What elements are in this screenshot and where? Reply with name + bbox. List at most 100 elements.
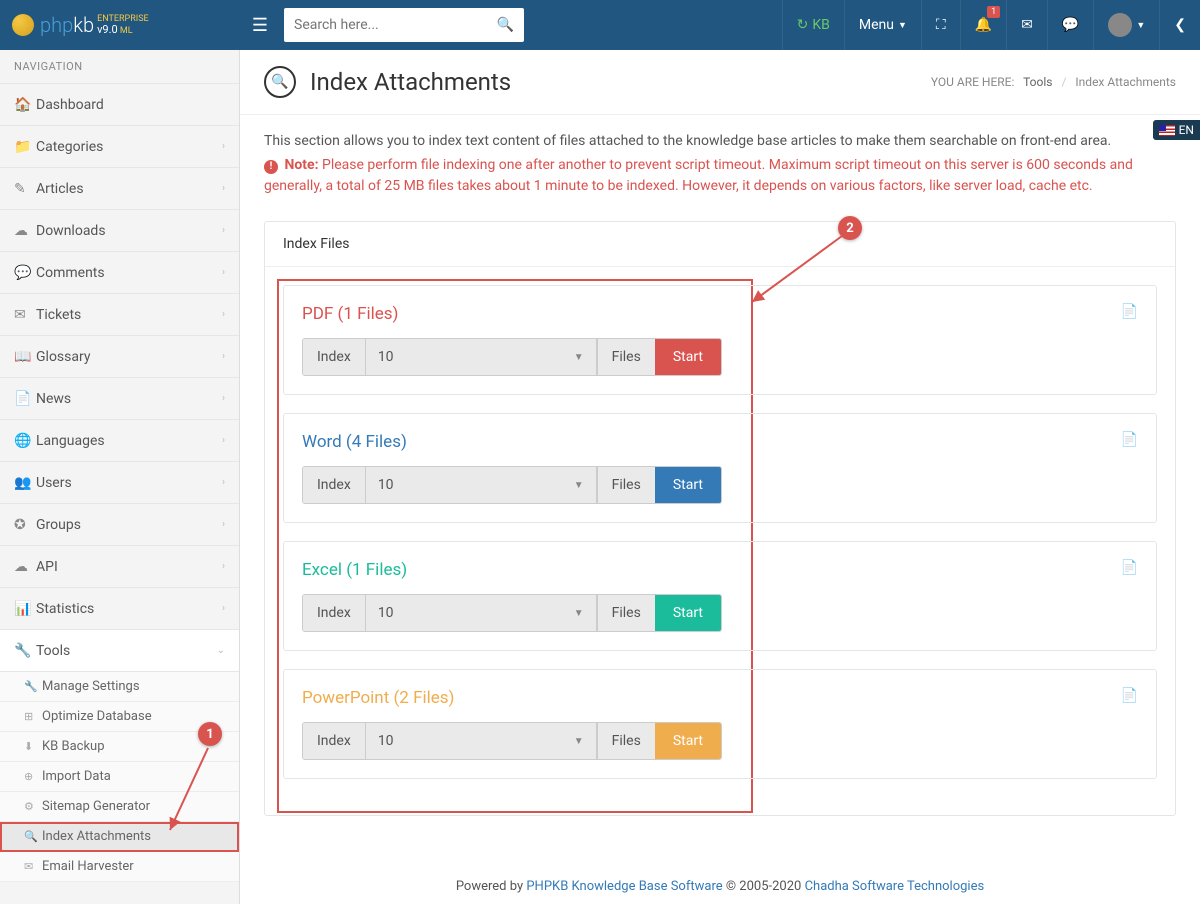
chevron-icon: › bbox=[222, 267, 225, 278]
collapse-icon[interactable]: ❮ bbox=[1159, 0, 1200, 50]
footer-link-company[interactable]: Chadha Software Technologies bbox=[805, 879, 985, 894]
breadcrumb: YOU ARE HERE: Tools / Index Attachments bbox=[931, 75, 1176, 89]
nav-icon: 👥 bbox=[14, 475, 36, 491]
file-type-icon: 📄 bbox=[1121, 688, 1138, 704]
sidebar-item-comments[interactable]: 💬Comments› bbox=[0, 252, 239, 294]
start-button[interactable]: Start bbox=[655, 467, 721, 503]
kb-link[interactable]: ↻ KB bbox=[782, 0, 844, 50]
tools-sub-import-data[interactable]: ⊕Import Data bbox=[0, 762, 239, 792]
start-button[interactable]: Start bbox=[655, 723, 721, 759]
files-label: Files bbox=[597, 723, 655, 759]
sidebar-item-api[interactable]: ☁API› bbox=[0, 546, 239, 588]
sub-label: KB Backup bbox=[42, 739, 105, 754]
nav-icon: 📖 bbox=[14, 349, 36, 365]
logo-icon bbox=[12, 14, 34, 36]
tools-sub-index-attachments[interactable]: 🔍Index Attachments bbox=[0, 822, 239, 852]
sidebar-item-glossary[interactable]: 📖Glossary› bbox=[0, 336, 239, 378]
chevron-down-icon: ▼ bbox=[574, 352, 584, 363]
sub-label: Email Harvester bbox=[42, 859, 134, 874]
files-label: Files bbox=[597, 467, 655, 503]
annotation-marker-1: 1 bbox=[198, 722, 222, 746]
search-icon[interactable]: 🔍 bbox=[497, 17, 514, 33]
chevron-icon: › bbox=[222, 309, 225, 320]
menu-dropdown[interactable]: Menu▼ bbox=[844, 0, 921, 50]
nav-title: NAVIGATION bbox=[0, 50, 239, 84]
nav-icon: 🌐 bbox=[14, 433, 36, 449]
tools-sub-manage-settings[interactable]: 🔧Manage Settings bbox=[0, 672, 239, 702]
index-input-group: Index10▼FilesStart bbox=[302, 466, 722, 504]
sidebar-item-categories[interactable]: 📁Categories› bbox=[0, 126, 239, 168]
breadcrumb-current: Index Attachments bbox=[1075, 75, 1176, 89]
sidebar-item-articles[interactable]: ✎Articles› bbox=[0, 168, 239, 210]
file-type-icon: 📄 bbox=[1121, 432, 1138, 448]
sidebar-item-languages[interactable]: 🌐Languages› bbox=[0, 420, 239, 462]
sidebar-item-tickets[interactable]: ✉Tickets› bbox=[0, 294, 239, 336]
sidebar-item-users[interactable]: 👥Users› bbox=[0, 462, 239, 504]
tools-sub-email-harvester[interactable]: ✉Email Harvester bbox=[0, 852, 239, 882]
chat-icon[interactable]: 💬 bbox=[1047, 0, 1093, 50]
nav-label: News bbox=[36, 391, 222, 407]
sub-label: Sitemap Generator bbox=[42, 799, 150, 814]
logo-text: phpkb bbox=[40, 13, 94, 37]
nav-label: Users bbox=[36, 475, 222, 491]
file-count-select[interactable]: 10▼ bbox=[366, 595, 597, 631]
chevron-icon: › bbox=[222, 477, 225, 488]
file-card-title: PDF (1 Files) bbox=[302, 304, 1138, 324]
sub-icon: 🔧 bbox=[24, 680, 42, 693]
intro-text: This section allows you to index text co… bbox=[264, 133, 1176, 149]
sub-icon: ⬇ bbox=[24, 740, 42, 753]
chevron-icon: › bbox=[222, 141, 225, 152]
language-selector[interactable]: EN bbox=[1153, 120, 1200, 140]
files-label: Files bbox=[597, 339, 655, 375]
sidebar-item-news[interactable]: 📄News› bbox=[0, 378, 239, 420]
chevron-icon: › bbox=[222, 225, 225, 236]
nav-label: Comments bbox=[36, 265, 222, 281]
file-count-select[interactable]: 10▼ bbox=[366, 339, 597, 375]
start-button[interactable]: Start bbox=[655, 339, 721, 375]
notifications-icon[interactable]: 🔔1 bbox=[960, 0, 1006, 50]
chevron-down-icon: ▼ bbox=[574, 736, 584, 747]
nav-icon: 📁 bbox=[14, 139, 36, 155]
logo[interactable]: phpkb ENTERPRISE v9.0 ML bbox=[0, 0, 240, 50]
nav-label: Statistics bbox=[36, 601, 222, 617]
start-button[interactable]: Start bbox=[655, 595, 721, 631]
search-input[interactable] bbox=[294, 17, 497, 33]
tools-sub-sitemap-generator[interactable]: ⚙Sitemap Generator bbox=[0, 792, 239, 822]
logo-subtitle: ENTERPRISE v9.0 ML bbox=[97, 15, 149, 36]
nav-icon: 💬 bbox=[14, 265, 36, 281]
index-files-panel: Index Files 📄PDF (1 Files)Index10▼FilesS… bbox=[264, 221, 1176, 816]
nav-icon: 🔧 bbox=[14, 643, 36, 659]
chevron-icon: › bbox=[222, 393, 225, 404]
nav-icon: 📄 bbox=[14, 391, 36, 407]
sub-label: Optimize Database bbox=[42, 709, 152, 724]
sidebar-item-downloads[interactable]: ☁Downloads› bbox=[0, 210, 239, 252]
footer-link-phpkb[interactable]: PHPKB Knowledge Base Software bbox=[526, 879, 722, 894]
warning-note: ! Note: Please perform file indexing one… bbox=[264, 155, 1176, 197]
mail-icon[interactable]: ✉ bbox=[1006, 0, 1047, 50]
chevron-icon: › bbox=[222, 351, 225, 362]
nav-label: Dashboard bbox=[36, 97, 225, 113]
chevron-icon: › bbox=[222, 561, 225, 572]
file-count-select[interactable]: 10▼ bbox=[366, 723, 597, 759]
chevron-icon: › bbox=[222, 603, 225, 614]
hamburger-icon[interactable]: ☰ bbox=[240, 15, 280, 36]
sidebar-item-statistics[interactable]: 📊Statistics› bbox=[0, 588, 239, 630]
nav-icon: ✪ bbox=[14, 517, 36, 533]
chevron-down-icon: ▼ bbox=[574, 480, 584, 491]
sub-label: Import Data bbox=[42, 769, 111, 784]
sub-label: Manage Settings bbox=[42, 679, 140, 694]
file-type-icon: 📄 bbox=[1121, 304, 1138, 320]
nav-icon: ✉ bbox=[14, 307, 36, 323]
breadcrumb-tools[interactable]: Tools bbox=[1023, 75, 1052, 89]
sidebar-item-tools[interactable]: 🔧Tools⌄ bbox=[0, 630, 239, 672]
user-menu[interactable]: ▼ bbox=[1093, 0, 1159, 50]
chevron-icon: › bbox=[222, 519, 225, 530]
fullscreen-icon[interactable]: ⛶ bbox=[921, 0, 960, 50]
footer: Powered by PHPKB Knowledge Base Software… bbox=[240, 869, 1200, 904]
nav-label: Groups bbox=[36, 517, 222, 533]
sidebar-item-dashboard[interactable]: 🏠Dashboard bbox=[0, 84, 239, 126]
file-count-select[interactable]: 10▼ bbox=[366, 467, 597, 503]
file-card-title: Word (4 Files) bbox=[302, 432, 1138, 452]
index-label: Index bbox=[303, 723, 366, 759]
sidebar-item-groups[interactable]: ✪Groups› bbox=[0, 504, 239, 546]
